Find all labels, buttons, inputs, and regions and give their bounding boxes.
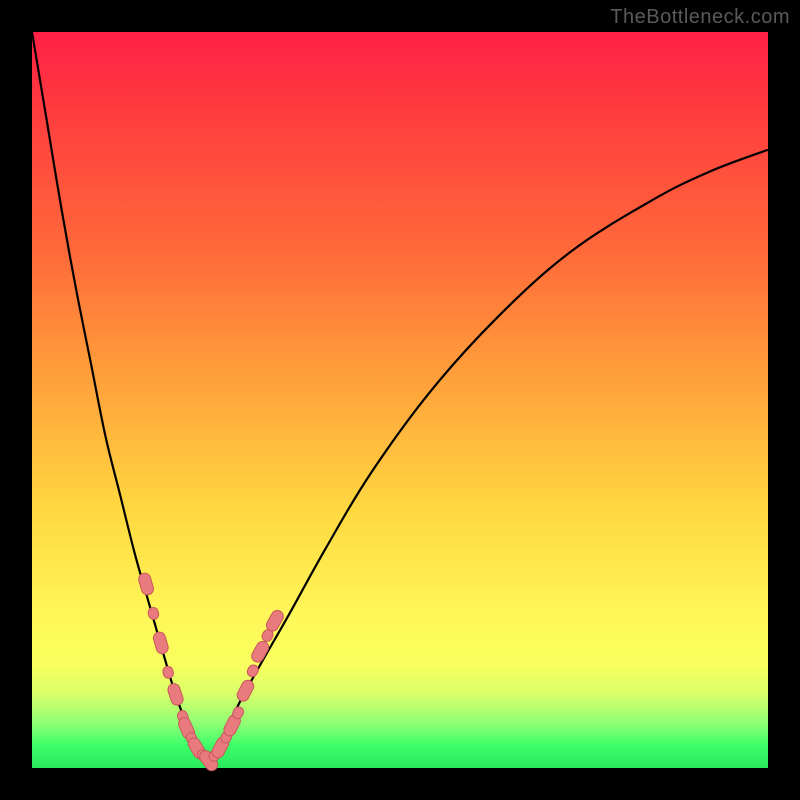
curve-marker xyxy=(166,682,184,707)
curve-marker xyxy=(152,631,170,655)
chart-svg xyxy=(32,32,768,768)
watermark-text: TheBottleneck.com xyxy=(610,6,790,29)
chart-frame: TheBottleneck.com xyxy=(0,0,800,800)
curve-marker xyxy=(137,572,155,596)
curve-marker xyxy=(235,678,256,703)
curve-marker xyxy=(250,639,271,664)
curve-left-branch xyxy=(32,32,209,761)
curve-marker xyxy=(246,663,261,678)
curve-marker xyxy=(147,606,160,620)
marker-layer xyxy=(137,572,285,773)
curve-right-branch xyxy=(209,150,768,761)
curve-marker xyxy=(162,665,175,679)
